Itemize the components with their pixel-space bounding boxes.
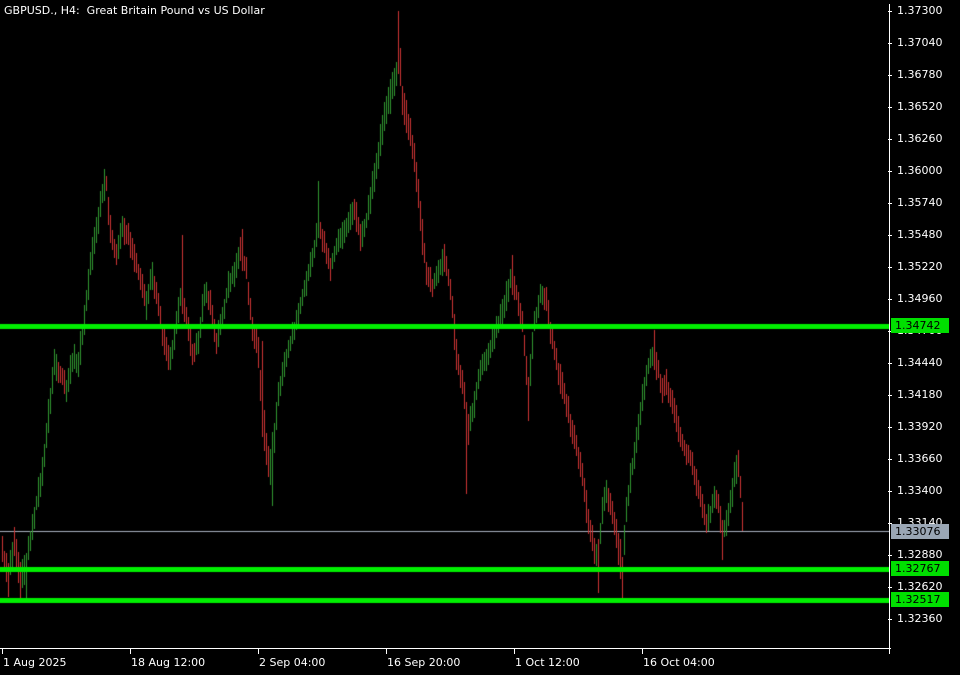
price-axis-label: 1.34960 <box>897 292 943 305</box>
time-axis-tick <box>642 649 643 654</box>
price-axis-label: 1.33920 <box>897 420 943 433</box>
price-axis-label: 1.37300 <box>897 4 943 17</box>
time-axis-label: 1 Aug 2025 <box>3 656 66 669</box>
time-axis-label: 16 Sep 20:00 <box>387 656 460 669</box>
price-axis-label: 1.35740 <box>897 196 943 209</box>
current-price-badge: 1.33076 <box>891 524 949 539</box>
price-axis-label: 1.36000 <box>897 164 943 177</box>
price-axis-label: 1.36780 <box>897 68 943 81</box>
time-axis-tick <box>386 649 387 654</box>
price-axis-label: 1.36520 <box>897 100 943 113</box>
level-price-badge: 1.34742 <box>891 318 949 333</box>
price-axis-label: 1.33660 <box>897 452 943 465</box>
price-axis-label: 1.35480 <box>897 228 943 241</box>
price-axis-label: 1.32360 <box>897 612 943 625</box>
price-axis-tick <box>888 139 892 140</box>
time-axis-tick <box>258 649 259 654</box>
level-price-badge: 1.32767 <box>891 561 949 576</box>
time-axis-tick <box>889 649 890 654</box>
price-axis-tick <box>888 107 892 108</box>
price-chart-canvas[interactable] <box>0 0 890 648</box>
time-axis-tick <box>130 649 131 654</box>
time-axis-label: 2 Sep 04:00 <box>259 656 325 669</box>
level-price-badge: 1.32517 <box>891 592 949 607</box>
price-axis-label: 1.33400 <box>897 484 943 497</box>
chart-window: GBPUSD., H4: Great Britain Pound vs US D… <box>0 0 960 675</box>
price-axis-tick <box>888 11 892 12</box>
price-axis-tick <box>888 491 892 492</box>
price-axis-label: 1.37040 <box>897 36 943 49</box>
price-axis-tick <box>888 395 892 396</box>
price-axis-tick <box>888 587 892 588</box>
time-axis[interactable]: 1 Aug 2025 18 Aug 12:00 2 Sep 04:00 16 Sep … <box>0 648 960 675</box>
price-axis[interactable]: 1.37300 1.37040 1.36780 1.36520 1.36260 1.360… <box>890 0 960 648</box>
price-axis-tick <box>888 555 892 556</box>
chart-area[interactable]: GBPUSD., H4: Great Britain Pound vs US D… <box>0 0 890 648</box>
price-axis-tick <box>888 459 892 460</box>
price-axis-tick <box>888 43 892 44</box>
price-axis-tick <box>888 299 892 300</box>
time-axis-label: 18 Aug 12:00 <box>131 656 205 669</box>
price-axis-tick <box>888 427 892 428</box>
price-axis-tick <box>888 363 892 364</box>
price-axis-tick <box>888 235 892 236</box>
price-axis-label: 1.36260 <box>897 132 943 145</box>
time-axis-tick <box>514 649 515 654</box>
price-axis-tick <box>888 267 892 268</box>
price-axis-tick <box>888 75 892 76</box>
price-axis-label: 1.34440 <box>897 356 943 369</box>
time-axis-label: 1 Oct 12:00 <box>515 656 580 669</box>
price-axis-label: 1.34180 <box>897 388 943 401</box>
price-axis-tick <box>888 171 892 172</box>
price-axis-label: 1.35220 <box>897 260 943 273</box>
price-axis-tick <box>888 203 892 204</box>
price-axis-tick <box>888 619 892 620</box>
time-axis-tick <box>2 649 3 654</box>
time-axis-label: 16 Oct 04:00 <box>643 656 715 669</box>
price-axis-label: 1.32880 <box>897 548 943 561</box>
chart-title: GBPUSD., H4: Great Britain Pound vs US D… <box>4 4 265 17</box>
